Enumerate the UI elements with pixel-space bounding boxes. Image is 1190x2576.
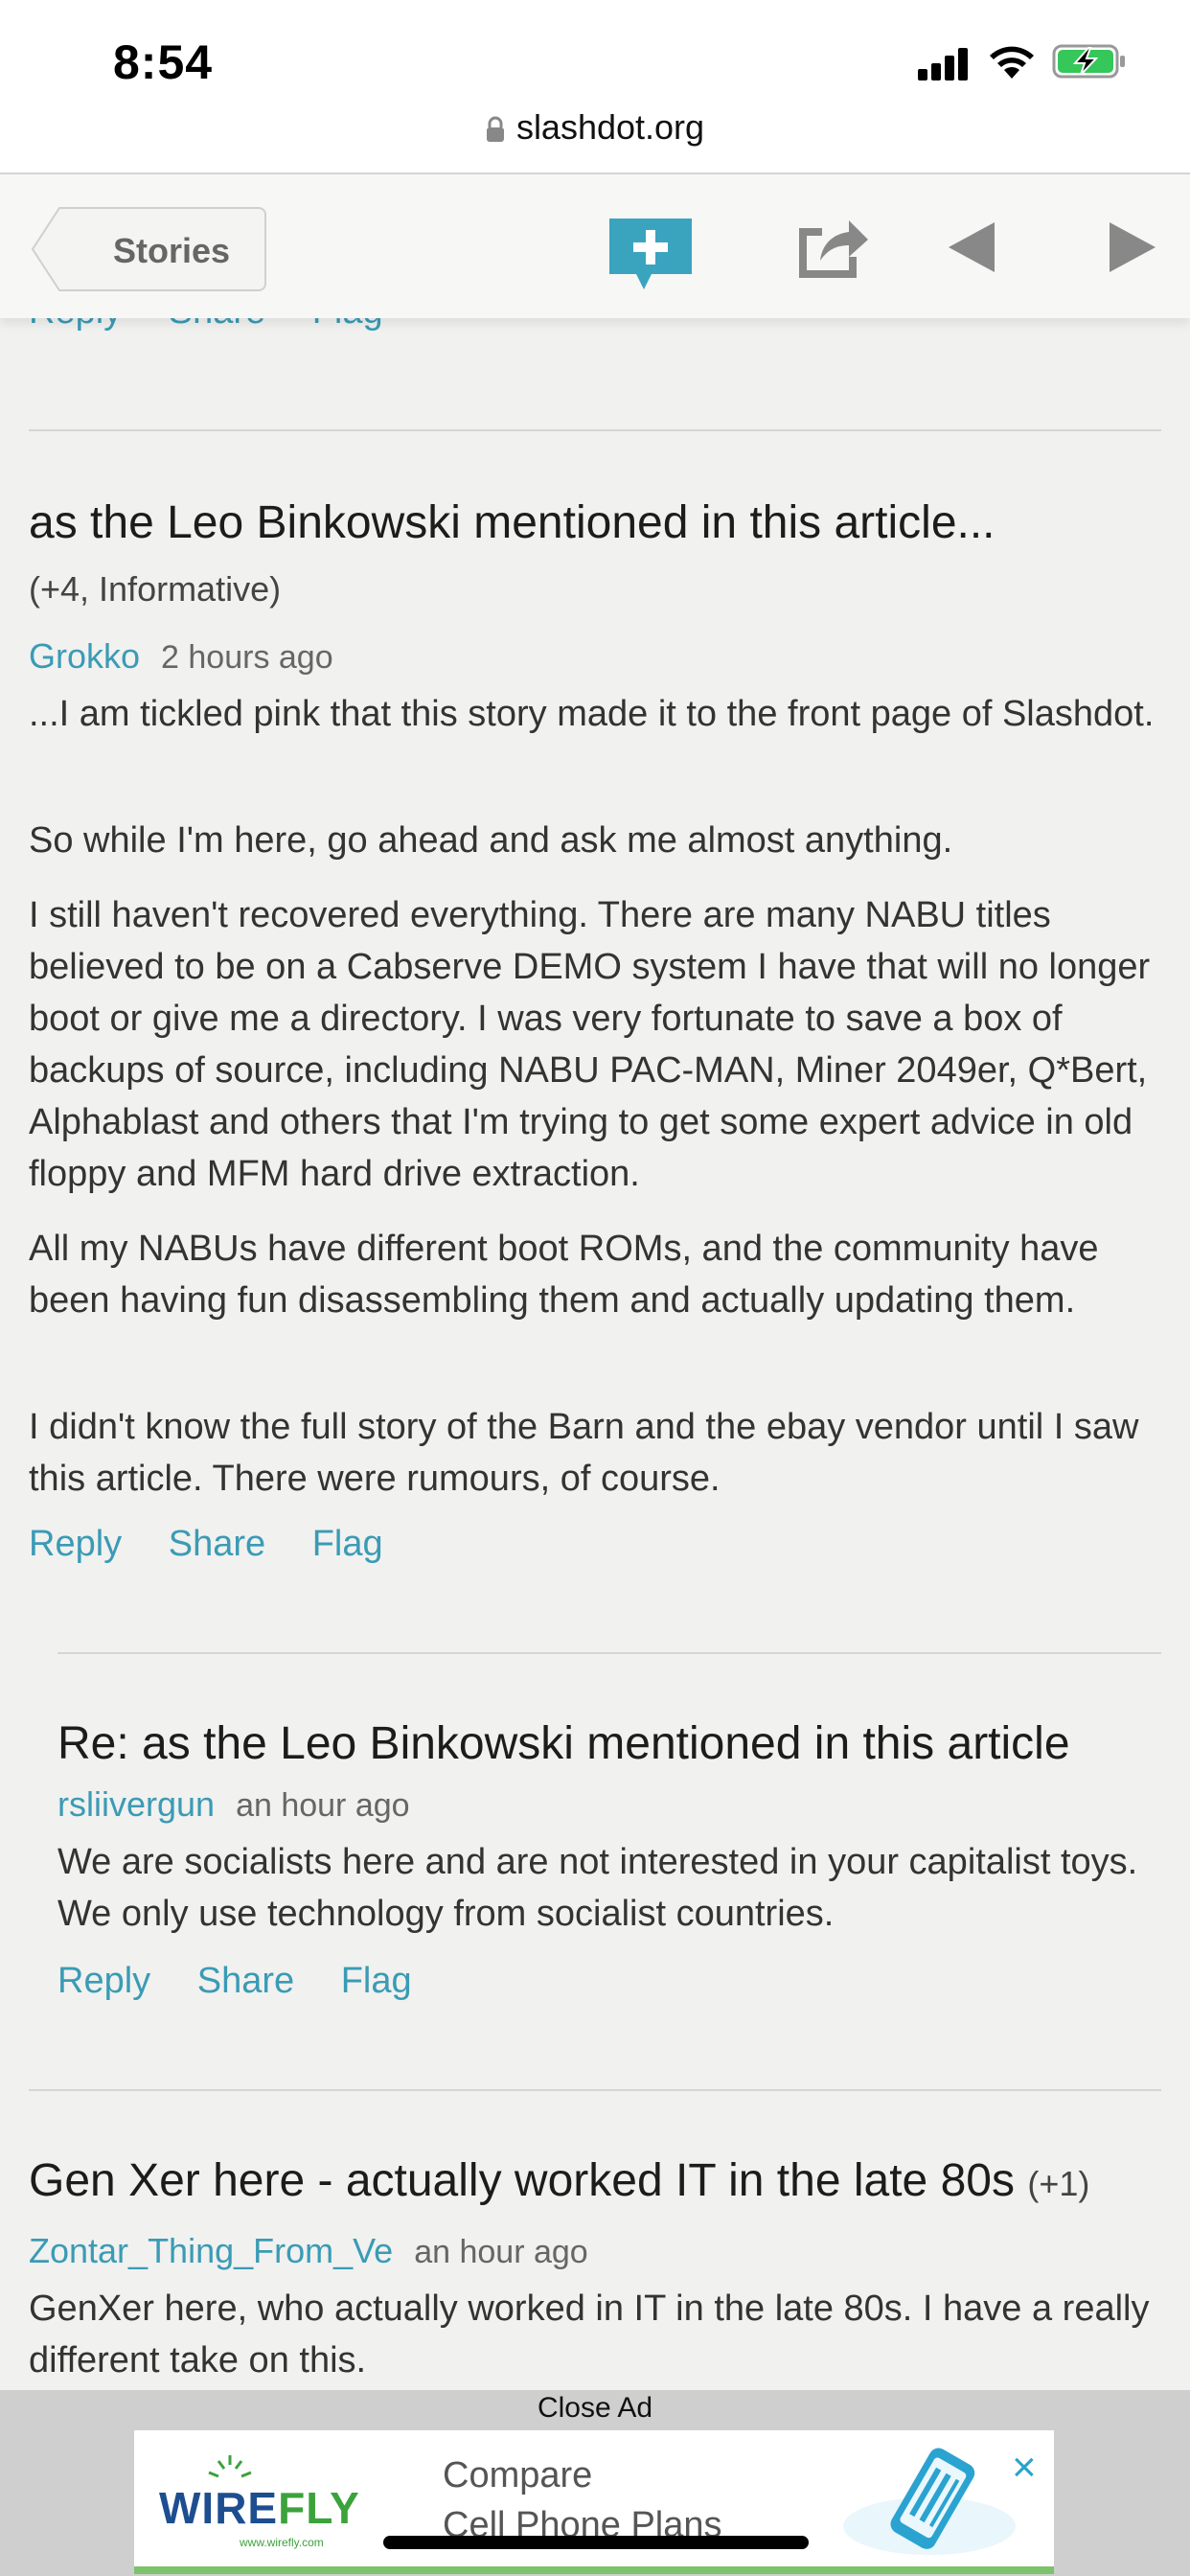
comment-paragraph: I still haven't recovered everything. Th… bbox=[29, 895, 1151, 1194]
battery-charging-icon bbox=[1052, 44, 1125, 79]
reply-link[interactable]: Reply bbox=[29, 1524, 122, 1564]
comment-meta: Zontar_Thing_From_Ve an hour ago bbox=[29, 2231, 588, 2271]
comment-title-text: Gen Xer here - actually worked IT in the… bbox=[29, 2155, 1015, 2206]
divider bbox=[29, 2089, 1161, 2091]
comment-author[interactable]: Grokko bbox=[29, 636, 140, 676]
reply-link[interactable]: Reply bbox=[57, 1961, 150, 2001]
lock-icon bbox=[486, 117, 504, 143]
comment-score: (+4, Informative) bbox=[29, 569, 282, 609]
phone-illustration-icon bbox=[843, 2448, 1016, 2555]
comment-paragraph: So while I'm here, go ahead and ask me a… bbox=[29, 820, 953, 861]
close-ad-link[interactable]: Close Ad bbox=[0, 2392, 1190, 2425]
comment-score: (+1) bbox=[1027, 2164, 1090, 2203]
previous-comment-actions: Reply Share Flag bbox=[29, 316, 420, 333]
ad-headline: Compare bbox=[443, 2455, 593, 2496]
comment-actions: Reply Share Flag bbox=[57, 1961, 448, 2002]
comment-paragraph: GenXer here, who actually worked in IT i… bbox=[29, 2288, 1150, 2380]
comment-meta: Grokko 2 hours ago bbox=[29, 636, 333, 677]
comment-actions: Reply Share Flag bbox=[29, 1524, 420, 1565]
comment-meta: rsliivergun an hour ago bbox=[57, 1784, 410, 1825]
stories-label: Stories bbox=[79, 207, 266, 291]
comment-author[interactable]: Zontar_Thing_From_Ve bbox=[29, 2231, 393, 2270]
divider bbox=[29, 429, 1161, 431]
url-text: slashdot.org bbox=[515, 107, 705, 147]
comment-time: an hour ago bbox=[414, 2234, 588, 2270]
comments-list: Reply Share Flag as the Leo Binkowski me… bbox=[0, 316, 1190, 2386]
share-icon[interactable] bbox=[793, 211, 870, 280]
comment-time: 2 hours ago bbox=[161, 639, 333, 676]
comment-paragraph: All my NABUs have different boot ROMs, a… bbox=[29, 1229, 1099, 1321]
add-comment-icon[interactable] bbox=[606, 215, 696, 295]
comment-paragraph: ...I am tickled pink that this story mad… bbox=[29, 694, 1155, 734]
comment-author[interactable]: rsliivergun bbox=[57, 1784, 215, 1824]
comment-paragraph: We are socialists here and are not inter… bbox=[57, 1842, 1138, 1934]
share-link[interactable]: Share bbox=[197, 1961, 294, 2001]
home-indicator[interactable] bbox=[383, 2536, 809, 2549]
back-arrow-shape bbox=[31, 207, 80, 291]
comment-paragraph: I didn't know the full story of the Barn… bbox=[29, 1407, 1139, 1499]
cellular-signal-icon bbox=[918, 48, 970, 80]
share-link[interactable]: Share bbox=[169, 1524, 265, 1564]
ad-close-icon[interactable]: × bbox=[1012, 2444, 1037, 2492]
ad-accent-bar bbox=[134, 2566, 1054, 2574]
previous-arrow-icon[interactable] bbox=[947, 220, 996, 274]
navigation-toolbar: Stories bbox=[0, 172, 1190, 318]
share-link[interactable]: Share bbox=[169, 316, 265, 332]
divider bbox=[57, 1652, 1161, 1654]
ad-url: www.wirefly.com bbox=[240, 2536, 324, 2549]
clock: 8:54 bbox=[113, 35, 214, 89]
brand-part: FLY bbox=[278, 2483, 360, 2533]
ad-banner[interactable]: WIREFLY www.wirefly.com Compare Cell Pho… bbox=[134, 2430, 1054, 2574]
next-arrow-icon[interactable] bbox=[1108, 220, 1157, 274]
flag-link[interactable]: Flag bbox=[341, 1961, 412, 2001]
wifi-icon bbox=[990, 46, 1034, 79]
flag-link[interactable]: Flag bbox=[312, 1524, 383, 1564]
ad-logo: WIREFLY bbox=[159, 2482, 360, 2534]
comment-title[interactable]: as the Leo Binkowski mentioned in this a… bbox=[29, 496, 995, 549]
status-bar: 8:54 slashdot.org bbox=[0, 0, 1190, 172]
address-bar[interactable]: slashdot.org bbox=[0, 107, 1190, 148]
brand-part: WIRE bbox=[159, 2483, 279, 2533]
flag-link[interactable]: Flag bbox=[312, 316, 383, 332]
reply-link[interactable]: Reply bbox=[29, 316, 122, 332]
reply-title[interactable]: Re: as the Leo Binkowski mentioned in th… bbox=[57, 1717, 1070, 1770]
comment-time: an hour ago bbox=[236, 1787, 410, 1824]
comment-title[interactable]: Gen Xer here - actually worked IT in the… bbox=[29, 2154, 1089, 2207]
